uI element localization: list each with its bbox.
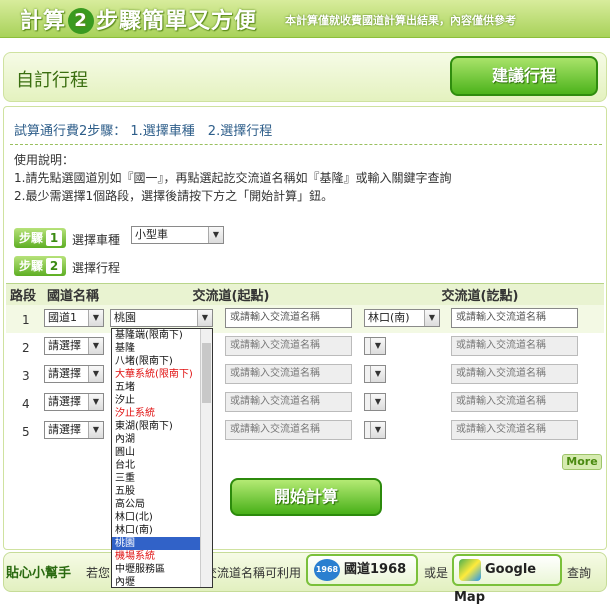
helper-text-b: 交流道名稱可利用 (205, 566, 302, 580)
start-interchange-input[interactable]: 或請輸入交流道名稱 (225, 392, 352, 412)
chevron-down-icon: ▼ (424, 310, 439, 326)
dropdown-option[interactable]: 林口(北) (112, 511, 212, 524)
helper-text-c: 或是 (424, 566, 449, 580)
row-number: 5 (22, 425, 30, 439)
route-table: 路段 國道名稱 交流道(起點) 交流道(訖點) (6, 283, 604, 306)
chevron-down-icon: ▼ (88, 366, 103, 382)
dropdown-option[interactable]: 三重 (112, 472, 212, 485)
dropdown-scrollbar[interactable] (200, 329, 212, 587)
col-road: 國道名稱 (40, 283, 106, 306)
dropdown-option[interactable]: 機場系統 (112, 550, 212, 563)
row-number: 3 (22, 369, 30, 383)
interchange-start-select[interactable]: 桃園 ▼ (110, 309, 213, 327)
road-select[interactable]: 國道1 ▼ (44, 309, 104, 327)
road-select[interactable]: 請選擇 ▼ (44, 421, 104, 439)
chevron-down-icon: ▼ (370, 338, 385, 354)
start-calc-button[interactable]: 開始計算 (230, 478, 382, 516)
dropdown-option[interactable]: 東湖(限南下) (112, 420, 212, 433)
road-select[interactable]: 請選擇 ▼ (44, 337, 104, 355)
dropdown-option[interactable]: 汐止系統 (112, 407, 212, 420)
dropdown-option[interactable]: 中壢服務區 (112, 563, 212, 576)
dropdown-option[interactable]: 汐止 (112, 394, 212, 407)
helper-title: 貼心小幫手 (6, 566, 72, 581)
row-number: 2 (22, 341, 30, 355)
dropdown-option[interactable]: 圓山 (112, 446, 212, 459)
interchange-end-select[interactable]: ▼ (364, 421, 386, 439)
end-interchange-input[interactable]: 或請輸入交流道名稱 (451, 420, 578, 440)
start-interchange-input[interactable]: 或請輸入交流道名稱 (225, 420, 352, 440)
start-interchange-input[interactable]: 或請輸入交流道名稱 (225, 364, 352, 384)
suggest-route-button[interactable]: 建議行程 (450, 56, 598, 96)
banner-note: 本計算僅就收費國道計算出結果，內容僅供參考 (285, 14, 516, 27)
start-interchange-input[interactable]: 或請輸入交流道名稱 (225, 308, 352, 328)
step2-badge: 步驟 2 (14, 256, 66, 276)
chevron-down-icon: ▼ (370, 394, 385, 410)
vehicle-type-select[interactable]: 小型車 ▼ (131, 226, 224, 244)
dropdown-option[interactable]: 台北 (112, 459, 212, 472)
step1-badge: 步驟 1 (14, 228, 66, 248)
dropdown-option[interactable]: 五股 (112, 485, 212, 498)
end-interchange-input[interactable]: 或請輸入交流道名稱 (451, 308, 578, 328)
freeway-1968-link[interactable]: 1968 國道1968 (306, 554, 418, 586)
step-number-circle: 2 (68, 8, 95, 34)
end-interchange-input[interactable]: 或請輸入交流道名稱 (451, 364, 578, 384)
chevron-down-icon: ▼ (208, 227, 223, 243)
dropdown-option[interactable]: 內湖 (112, 433, 212, 446)
google-map-link[interactable]: Google Map (452, 554, 562, 605)
freeway-1968-badge: 1968 (314, 559, 340, 581)
chevron-down-icon: ▼ (370, 422, 385, 438)
col-end: 交流道(訖點) (356, 283, 604, 306)
usage-instructions: 使用說明： 1.請先點選國道別如『國一』，再點選起訖交流道名稱如『基隆』或輸入關鍵… (14, 153, 452, 203)
banner-title: 計算 2 步驟簡單又方便 (20, 8, 258, 34)
custom-route-label: 自訂行程 (16, 70, 88, 91)
helper-text-a: 若您 (86, 566, 111, 580)
interchange-end-select[interactable]: ▼ (364, 365, 386, 383)
dropdown-option[interactable]: 八堵(限南下) (112, 355, 212, 368)
chevron-down-icon: ▼ (370, 366, 385, 382)
step2-label: 選擇行程 (72, 261, 121, 275)
interchange-start-dropdown[interactable]: 基隆端(限南下) 基隆 八堵(限南下) 大華系統(限南下) 五堵 汐止 汐止系統 東湖(限南下… (111, 328, 213, 588)
col-segment: 路段 (6, 283, 40, 306)
chevron-down-icon: ▼ (88, 394, 103, 410)
end-interchange-input[interactable]: 或請輸入交流道名稱 (451, 336, 578, 356)
road-select[interactable]: 請選擇 ▼ (44, 393, 104, 411)
scrollbar-thumb[interactable] (202, 343, 211, 403)
interchange-end-select[interactable]: 林口(南) ▼ (364, 309, 440, 327)
dropdown-option[interactable]: 內壢 (112, 576, 212, 587)
more-button[interactable]: More (562, 454, 602, 470)
row-number: 1 (22, 313, 30, 327)
dropdown-option[interactable]: 基隆 (112, 342, 212, 355)
dropdown-option[interactable]: 基隆端(限南下) (112, 329, 212, 342)
divider (10, 144, 602, 145)
dropdown-option[interactable]: 五堵 (112, 381, 212, 394)
header-banner: 計算 2 步驟簡單又方便 本計算僅就收費國道計算出結果，內容僅供參考 (0, 0, 610, 38)
dropdown-option[interactable]: 林口(南) (112, 524, 212, 537)
dropdown-option[interactable]: 桃園 (112, 537, 212, 550)
start-interchange-input[interactable]: 或請輸入交流道名稱 (225, 336, 352, 356)
chevron-down-icon: ▼ (88, 338, 103, 354)
steps-subtitle: 試算通行費2步驟： 1.選擇車種 2.選擇行程 (14, 124, 273, 139)
col-start: 交流道(起點) (106, 283, 356, 306)
road-select[interactable]: 請選擇 ▼ (44, 365, 104, 383)
interchange-end-select[interactable]: ▼ (364, 337, 386, 355)
custom-route-band: 自訂行程 建議行程 (3, 52, 607, 102)
end-interchange-input[interactable]: 或請輸入交流道名稱 (451, 392, 578, 412)
map-pin-icon (459, 559, 481, 581)
dropdown-option[interactable]: 大華系統(限南下) (112, 368, 212, 381)
chevron-down-icon: ▼ (88, 422, 103, 438)
step1-label: 選擇車種 (72, 233, 121, 247)
helper-text-d: 查詢 (567, 566, 592, 580)
dropdown-option[interactable]: 高公局 (112, 498, 212, 511)
row-number: 4 (22, 397, 30, 411)
interchange-end-select[interactable]: ▼ (364, 393, 386, 411)
chevron-down-icon: ▼ (197, 310, 212, 326)
chevron-down-icon: ▼ (88, 310, 103, 326)
